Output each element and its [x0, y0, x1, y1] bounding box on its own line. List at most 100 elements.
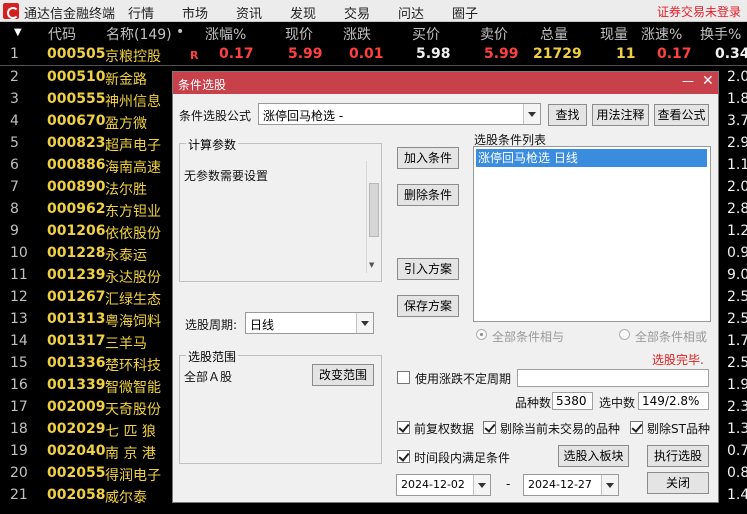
chevron-down-icon[interactable] [523, 104, 540, 124]
table-row[interactable]: 1 000505 京粮控股 R 0.17 5.99 0.01 5.98 5.99… [0, 44, 747, 66]
menu-item-news[interactable]: 资讯 [236, 3, 262, 22]
add-to-board-button[interactable]: 选股入板块 [558, 445, 629, 467]
stock-code: 000962 [47, 201, 106, 217]
status-text: 选股完毕. [652, 353, 704, 367]
turnover-value: 2.94 [727, 135, 747, 151]
cur-vol-value: 11 [616, 46, 636, 62]
dialog-title-bar[interactable]: 条件选股 — ✕ [173, 72, 718, 94]
import-scheme-button[interactable]: 引入方案 [397, 258, 459, 280]
col-price[interactable]: 现价 [285, 24, 313, 44]
menu-item-ask[interactable]: 问达 [398, 3, 424, 22]
variable-period-input[interactable] [517, 369, 709, 387]
date-to-picker[interactable]: 2024-12-27 [523, 474, 619, 496]
add-condition-button[interactable]: 加入条件 [397, 147, 459, 169]
stock-name: 威尔泰 [105, 490, 147, 506]
close-icon[interactable]: ✕ [702, 73, 714, 89]
pct-value: 0.17 [219, 46, 254, 62]
col-cur-vol[interactable]: 现量 [600, 24, 628, 44]
exclude-untraded-checkbox[interactable] [483, 421, 496, 434]
stock-name: 天奇股份 [105, 402, 161, 418]
count-label: 品种数 [515, 396, 552, 410]
params-scrollbar[interactable]: ▼ [366, 161, 380, 273]
stock-name: 汇绿生态 [105, 292, 161, 308]
turnover-value: 2.52 [727, 289, 747, 305]
scroll-thumb[interactable] [369, 183, 379, 237]
margin-flag: R [190, 49, 199, 62]
exclude-untraded-label: 剔除当前未交易的品种 [500, 422, 621, 436]
menu-item-trade[interactable]: 交易 [344, 3, 370, 22]
col-turnover[interactable]: 换手% [700, 24, 741, 44]
stock-code: 001317 [47, 333, 106, 349]
or-radio[interactable] [619, 329, 630, 340]
usage-notes-button[interactable]: 用法注释 [592, 104, 649, 126]
row-number: 6 [10, 157, 19, 173]
col-bid[interactable]: 买价 [412, 24, 440, 44]
stock-code: 001267 [47, 289, 106, 305]
menu-item-quotes[interactable]: 行情 [128, 3, 154, 22]
stock-name: 海南高速 [105, 160, 161, 176]
turnover-value: 2.07 [727, 179, 747, 195]
stock-name: 永达股份 [105, 270, 161, 286]
row-number: 21 [10, 487, 28, 503]
row-number: 5 [10, 135, 19, 151]
formula-select[interactable]: 涨停回马枪选 - [258, 103, 541, 125]
time-range-checkbox[interactable] [397, 450, 410, 463]
date-to-value: 2024-12-27 [528, 478, 592, 491]
row-number: 10 [10, 245, 28, 261]
row-number: 8 [10, 201, 19, 217]
delete-condition-button[interactable]: 删除条件 [397, 184, 459, 206]
period-select[interactable]: 日线 [245, 312, 374, 334]
chevron-down-icon[interactable] [601, 475, 618, 495]
forward-adjust-checkbox[interactable] [397, 421, 410, 434]
chevron-down-icon[interactable] [473, 475, 490, 495]
run-screen-button[interactable]: 执行选股 [647, 445, 709, 467]
col-volume[interactable]: 总量 [540, 24, 568, 44]
menu-item-discover[interactable]: 发现 [290, 3, 316, 22]
scroll-down-icon[interactable]: ▼ [369, 261, 374, 269]
volume-value: 21729 [533, 46, 582, 62]
stock-code: 002029 [47, 421, 106, 437]
period-label: 选股周期: [185, 318, 238, 332]
time-range-label: 时间段内满足条件 [414, 451, 511, 465]
menu-item-market[interactable]: 市场 [182, 3, 208, 22]
view-formula-button[interactable]: 查看公式 [654, 104, 709, 126]
find-button[interactable]: 查找 [548, 104, 587, 126]
save-scheme-button[interactable]: 保存方案 [397, 295, 459, 317]
change-value: 0.01 [349, 46, 384, 62]
variable-period-checkbox[interactable] [397, 371, 410, 384]
minimize-icon[interactable]: — [682, 74, 694, 88]
stock-name: 永泰运 [105, 248, 147, 264]
row-number: 7 [10, 179, 19, 195]
stock-name: 法尔胜 [105, 182, 147, 198]
stock-name: 智微智能 [105, 380, 161, 396]
stock-code: 000670 [47, 113, 106, 129]
and-radio[interactable] [476, 329, 487, 340]
col-speed[interactable]: 涨速% [641, 24, 682, 44]
col-change[interactable]: 涨跌 [343, 24, 371, 44]
list-item[interactable]: 涨停回马枪选 日线 [476, 149, 707, 167]
chevron-down-icon[interactable] [356, 313, 373, 333]
params-group: 计算参数 无参数需要设置 ▼ [179, 136, 382, 282]
range-group-title: 选股范围 [186, 348, 239, 365]
close-button[interactable]: 关闭 [647, 472, 709, 494]
sort-down-icon[interactable]: ▼ [14, 27, 22, 38]
col-ask[interactable]: 卖价 [480, 24, 508, 44]
turnover-value: 0.95 [727, 245, 747, 261]
col-name[interactable]: 名称(149) [106, 24, 172, 44]
stock-code: 001206 [47, 223, 106, 239]
range-value: 全部Ａ股 [184, 370, 233, 384]
change-range-button[interactable]: 改变范围 [312, 364, 374, 386]
exclude-st-label: 剔除ST品种 [647, 422, 710, 436]
stock-name: 超声电子 [105, 138, 161, 154]
turnover-value: 2.53 [727, 355, 747, 371]
selected-label: 选中数 [599, 396, 636, 410]
login-warning[interactable]: 证券交易未登录 [657, 3, 741, 20]
turnover-value: 9.05 [727, 267, 747, 283]
date-from-picker[interactable]: 2024-12-02 [396, 474, 491, 496]
menu-item-circle[interactable]: 圈子 [452, 3, 478, 22]
exclude-st-checkbox[interactable] [630, 421, 643, 434]
col-pct[interactable]: 涨幅% [205, 24, 246, 44]
row-number: 20 [10, 465, 28, 481]
col-code[interactable]: 代码 [48, 24, 76, 44]
condition-list[interactable]: 涨停回马枪选 日线 [473, 146, 711, 322]
